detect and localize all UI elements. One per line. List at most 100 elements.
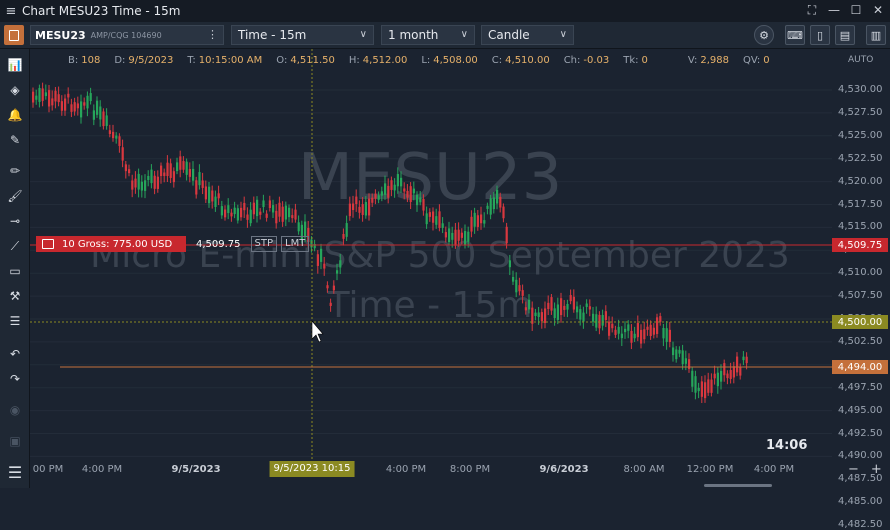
fullscreen-icon[interactable]: ⛶ xyxy=(804,2,820,18)
candle-body xyxy=(288,207,291,218)
candle-body xyxy=(684,358,687,364)
clock: 14:06 xyxy=(766,438,808,453)
hamburger-menu-icon[interactable]: ≡ xyxy=(0,4,22,19)
range-dropdown[interactable]: 1 month ∨ xyxy=(381,25,475,45)
time-tick-label: 8:00 AM xyxy=(623,464,665,475)
candle-body xyxy=(256,199,259,217)
candle-body xyxy=(582,312,585,322)
price-tick-label: 4,525.00 xyxy=(838,129,883,141)
minimize-icon[interactable]: — xyxy=(826,2,842,18)
qv-value: 0 xyxy=(763,55,770,66)
chart-type-dropdown[interactable]: Candle ∨ xyxy=(481,25,574,45)
candle-body xyxy=(185,161,188,175)
candle-body xyxy=(515,279,518,293)
redo-icon[interactable]: ↷ xyxy=(5,369,25,389)
candle-body xyxy=(348,203,351,217)
candle-body xyxy=(467,231,470,242)
crosshair-time-badge: 9/5/2023 10:15 xyxy=(269,461,355,477)
layers-icon[interactable]: ◈ xyxy=(5,80,25,100)
chart-settings-icon[interactable]: 📊 xyxy=(5,55,25,75)
edit-icon[interactable]: ✎ xyxy=(5,130,25,150)
indicator-icon[interactable]: ⚙ xyxy=(754,25,774,45)
candle-body xyxy=(70,104,73,112)
candle-body xyxy=(268,200,271,209)
scrollbar[interactable] xyxy=(704,484,772,487)
candle-body xyxy=(400,177,403,187)
candle-body xyxy=(713,373,716,379)
candle-body xyxy=(729,370,732,379)
candle-body xyxy=(105,115,108,126)
chart-canvas[interactable]: MESU23 Micro E-mini S&P 500 September 20… xyxy=(30,49,832,526)
brush-icon[interactable]: 🖌 xyxy=(5,186,25,206)
candle-body xyxy=(96,100,99,115)
position-pnl-badge[interactable]: 10 Gross: 775.00 USD xyxy=(36,236,186,252)
candle-body xyxy=(249,209,252,224)
candle-body xyxy=(352,203,355,211)
candle-body xyxy=(646,326,649,330)
candle-body xyxy=(137,173,140,190)
drawings-list-icon[interactable]: ☰ xyxy=(5,311,25,331)
ohlc-header: B: 108 D: 9/5/2023 T: 10:15:00 AM O: 4,511.5… xyxy=(30,55,784,66)
position-price: 4,509.75 xyxy=(196,238,241,250)
keyboard-icon[interactable]: ⌨ xyxy=(785,25,805,45)
limit-order-button[interactable]: LMT xyxy=(281,236,310,252)
candle-body xyxy=(697,387,700,392)
symbol-selector[interactable]: MESU23 AMP/CQG 104690 ⋮ xyxy=(30,25,224,45)
pencil-icon[interactable]: ✏ xyxy=(5,161,25,181)
alert-bell-icon[interactable]: 🔔 xyxy=(5,105,25,125)
visibility-icon[interactable]: ◉ xyxy=(5,400,25,420)
more-options-icon[interactable]: ⋮ xyxy=(207,28,218,41)
change-label: Ch: xyxy=(563,55,581,66)
candle-body xyxy=(358,206,361,213)
candle-body xyxy=(35,95,38,100)
fibonacci-icon[interactable]: ⚒ xyxy=(5,286,25,306)
auto-scale-toggle[interactable]: AUTO xyxy=(848,55,873,65)
zoom-out-icon[interactable]: − xyxy=(848,462,859,477)
candle-body xyxy=(499,196,502,208)
list-icon[interactable]: ☰ xyxy=(5,462,25,482)
candle-body xyxy=(172,171,175,183)
price-tick-label: 4,495.00 xyxy=(838,404,883,416)
candle-body xyxy=(432,211,435,223)
candle-body xyxy=(620,333,623,339)
candle-body xyxy=(464,231,467,245)
candle-body xyxy=(614,329,617,335)
sidebar-toggle-icon[interactable]: ▥ xyxy=(866,25,886,45)
trade-panel-icon[interactable]: ▤ xyxy=(835,25,855,45)
candle-body xyxy=(512,276,515,282)
candle-body xyxy=(355,196,358,205)
candle-body xyxy=(275,210,278,224)
position-order-bar: 10 Gross: 775.00 USD 4,509.75 STP LMT xyxy=(36,236,310,252)
briefcase-icon xyxy=(42,239,54,249)
candle-body xyxy=(64,98,67,111)
candle-body xyxy=(265,213,268,218)
undo-icon[interactable]: ↶ xyxy=(5,344,25,364)
candle-body xyxy=(316,254,319,266)
candle-body xyxy=(489,198,492,215)
candle-body xyxy=(166,162,169,177)
horizontal-line-icon[interactable]: ⊸ xyxy=(5,211,25,231)
maximize-icon[interactable]: ☐ xyxy=(848,2,864,18)
ticks-value: 0 xyxy=(641,55,648,66)
candle-body xyxy=(236,208,239,221)
rectangle-icon[interactable]: ▭ xyxy=(5,261,25,281)
lock-icon[interactable]: ▣ xyxy=(5,431,25,451)
stop-order-button[interactable]: STP xyxy=(250,236,278,252)
candle-body xyxy=(483,220,486,224)
price-chart[interactable]: MESU23 Micro E-mini S&P 500 September 20… xyxy=(30,49,832,526)
candle-body xyxy=(563,305,566,310)
candle-body xyxy=(345,223,348,237)
link-group-icon[interactable] xyxy=(4,25,24,45)
candle-body xyxy=(147,175,150,181)
candle-body xyxy=(140,181,143,191)
candle-body xyxy=(272,205,275,213)
time-tick-label: 12:00 PM xyxy=(686,464,734,475)
trend-line-icon[interactable]: ⟋ xyxy=(5,236,25,256)
interval-dropdown[interactable]: Time - 15m ∨ xyxy=(231,25,374,45)
date-value: 9/5/2023 xyxy=(128,55,174,66)
zoom-in-icon[interactable]: + xyxy=(871,462,882,477)
price-axis[interactable]: AUTO 4,530.00 4,527.50 4,525.00 4,522.50 4,5… xyxy=(832,49,890,530)
candle-body xyxy=(118,136,121,146)
close-icon[interactable]: ✕ xyxy=(870,2,886,18)
mouse-icon[interactable]: ▯ xyxy=(810,25,830,45)
